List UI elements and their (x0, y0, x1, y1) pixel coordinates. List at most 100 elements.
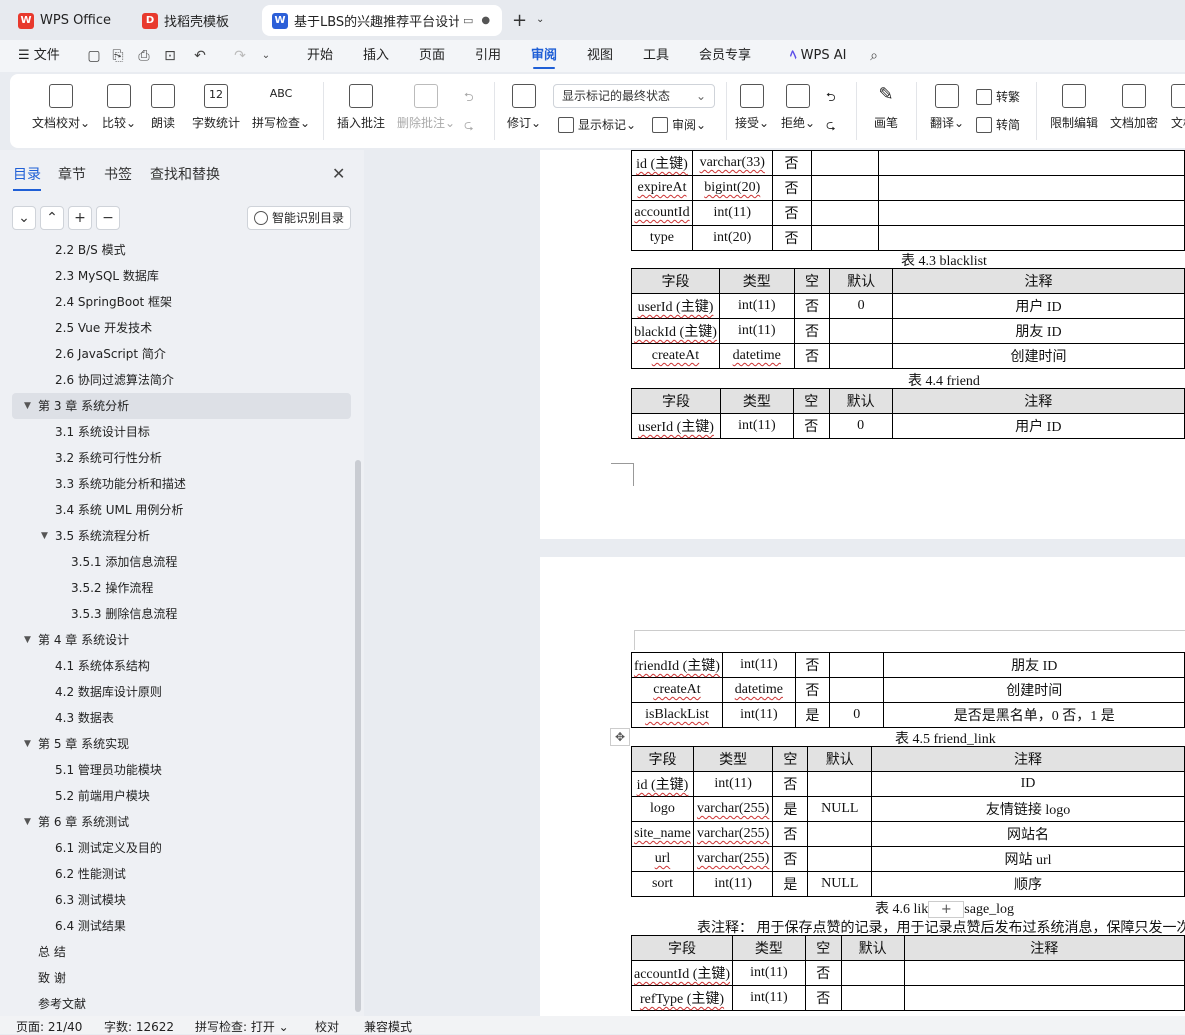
table-cell[interactable] (877, 150, 1185, 176)
table-cell[interactable]: int(11) (691, 200, 773, 226)
review-pane-button[interactable]: 审阅 ⌄ (652, 116, 706, 133)
menu-page[interactable]: 页面 (419, 40, 445, 72)
table-cell[interactable]: 是 (772, 871, 809, 897)
proofread-status[interactable]: 校对 (315, 1018, 339, 1035)
panel-scrollbar[interactable] (355, 460, 361, 1012)
table-cell[interactable]: 朋友 ID (891, 318, 1185, 344)
toc-item[interactable]: 2.6 JavaScript 简介 (0, 341, 350, 367)
word-count-button[interactable]: 12 字数统计 (190, 80, 242, 131)
table-cell[interactable]: int(11) (720, 413, 794, 439)
add-row-plus-icon[interactable]: + (928, 901, 965, 919)
doc-check-button[interactable]: 文档校对⌄ (28, 80, 94, 131)
table-cell[interactable]: int(11) (732, 985, 806, 1011)
tab-toc[interactable]: 目录 (13, 164, 41, 191)
print-preview-icon[interactable]: ⊡ (160, 46, 180, 66)
table-cell[interactable]: friendId (主键) (631, 652, 723, 678)
compare-button[interactable]: 比较⌄ (98, 80, 140, 131)
table-cell[interactable]: NULL (807, 871, 873, 897)
tab-modified-dot-icon[interactable]: ● (481, 15, 490, 26)
table-cell[interactable] (903, 960, 1185, 986)
doc-encrypt-button[interactable]: 文档加密 (1108, 80, 1160, 131)
table-cell[interactable]: datetime (718, 343, 795, 369)
table-cell[interactable]: 否 (804, 960, 842, 986)
accept-button[interactable]: 接受⌄ (734, 80, 770, 131)
pen-button[interactable]: ✎ 画笔 (870, 80, 902, 131)
expand-triangle-icon[interactable]: ▼ (24, 731, 31, 757)
toc-item[interactable]: 6.4 测试结果 (0, 913, 350, 939)
translate-button[interactable]: 翻译⌄ (928, 80, 966, 131)
menu-tools[interactable]: 工具 (643, 40, 669, 72)
toc-item[interactable]: 致 谢 (0, 965, 350, 991)
next-comment-icon[interactable]: ⮎ (464, 116, 474, 137)
remove-heading-icon[interactable]: − (96, 206, 120, 230)
table-cell[interactable]: url (631, 846, 694, 872)
table-cell[interactable]: 否 (792, 413, 830, 439)
toc-item[interactable]: ▼ 3.5 系统流程分析 (0, 523, 350, 549)
show-markup-button[interactable]: 显示标记 ⌄ (558, 116, 636, 133)
table-cell[interactable]: 否 (794, 652, 831, 678)
table-cell[interactable]: NULL (807, 796, 873, 822)
table-cell[interactable] (840, 985, 905, 1011)
table-cell[interactable]: userId (主键) (630, 413, 722, 439)
tab-wps-office[interactable]: W WPS Office (8, 5, 124, 36)
expand-triangle-icon[interactable]: ▼ (24, 809, 31, 835)
table-cell[interactable]: 0 (829, 293, 893, 319)
table-cell[interactable]: 创建时间 (891, 343, 1185, 369)
toc-item[interactable]: 4.3 数据表 (0, 705, 350, 731)
table-cell[interactable] (829, 677, 885, 703)
table-cell[interactable]: bigint(20) (691, 175, 773, 201)
toc-item[interactable]: 5.2 前端用户模块 (0, 783, 350, 809)
markup-state-select[interactable]: 显示标记的最终状态 ⌄ (553, 84, 715, 108)
expand-triangle-icon[interactable]: ▼ (41, 523, 48, 549)
menu-start[interactable]: 开始 (307, 40, 333, 72)
table-cell[interactable]: 用户 ID (891, 413, 1185, 439)
toc-item[interactable]: 4.1 系统体系结构 (0, 653, 350, 679)
toc-item[interactable]: 3.5.1 添加信息流程 (0, 549, 350, 575)
expand-up-icon[interactable]: ⌃ (40, 206, 64, 230)
menu-review[interactable]: 审阅 (531, 40, 557, 72)
table-cell[interactable]: 0 (829, 702, 885, 728)
toc-item[interactable]: 2.6 协同过滤算法简介 (0, 367, 350, 393)
toc-item[interactable]: ▼ 第 3 章 系统分析 (12, 393, 351, 419)
table-cell[interactable] (877, 225, 1185, 251)
search-icon[interactable]: ⌕ (864, 46, 884, 66)
spell-check-button[interactable]: ABC 拼写检查⌄ (250, 80, 312, 131)
table-cell[interactable]: sort (631, 871, 694, 897)
toc-item[interactable]: ▼ 第 6 章 系统测试 (0, 809, 350, 835)
table-cell[interactable]: 友情链接 logo (871, 796, 1185, 822)
table-cell[interactable]: 创建时间 (883, 677, 1185, 703)
toc-item[interactable]: 2.5 Vue 开发技术 (0, 315, 350, 341)
smart-toc-button[interactable]: 智能识别目录 (247, 206, 351, 230)
table-cell[interactable]: 顺序 (871, 871, 1185, 897)
wps-ai-button[interactable]: ﾍ WPS AI (790, 40, 846, 72)
table-cell[interactable]: 0 (828, 413, 893, 439)
table-cell[interactable]: int(20) (691, 225, 773, 251)
toc-item[interactable]: 2.3 MySQL 数据库 (0, 263, 350, 289)
table-cell[interactable]: logo (631, 796, 694, 822)
table-cell[interactable] (807, 821, 873, 847)
toc-item[interactable]: 3.3 系统功能分析和描述 (0, 471, 350, 497)
table-cell[interactable]: varchar(255) (692, 846, 774, 872)
table-cell[interactable]: expireAt (631, 175, 693, 201)
table-cell[interactable]: id (主键) (631, 150, 693, 176)
toc-item[interactable]: 3.5.3 删除信息流程 (0, 601, 350, 627)
menu-insert[interactable]: 插入 (363, 40, 389, 72)
toc-item[interactable]: 3.4 系统 UML 用例分析 (0, 497, 350, 523)
toc-item[interactable]: 6.1 测试定义及目的 (0, 835, 350, 861)
table-cell[interactable] (810, 200, 879, 226)
table-cell[interactable]: int(11) (692, 771, 774, 797)
table-cell[interactable] (877, 200, 1185, 226)
toc-item[interactable]: 4.2 数据库设计原则 (0, 679, 350, 705)
table-cell[interactable]: ID (871, 771, 1185, 797)
toc-item[interactable]: ▼ 第 5 章 系统实现 (0, 731, 350, 757)
doc-more-button[interactable]: 文档 (1170, 80, 1185, 131)
word-count-status[interactable]: 字数: 12622 (104, 1018, 174, 1035)
expand-triangle-icon[interactable]: ▼ (24, 627, 31, 653)
next-revision-icon[interactable]: ⮎ (826, 116, 836, 137)
table-cell[interactable]: 网站名 (871, 821, 1185, 847)
table-cell[interactable]: varchar(255) (692, 796, 774, 822)
table-cell[interactable] (807, 846, 873, 872)
table-cell[interactable]: 否 (794, 677, 831, 703)
table-cell[interactable]: createAt (631, 677, 723, 703)
to-simplified-button[interactable]: 转简 (976, 116, 1020, 133)
